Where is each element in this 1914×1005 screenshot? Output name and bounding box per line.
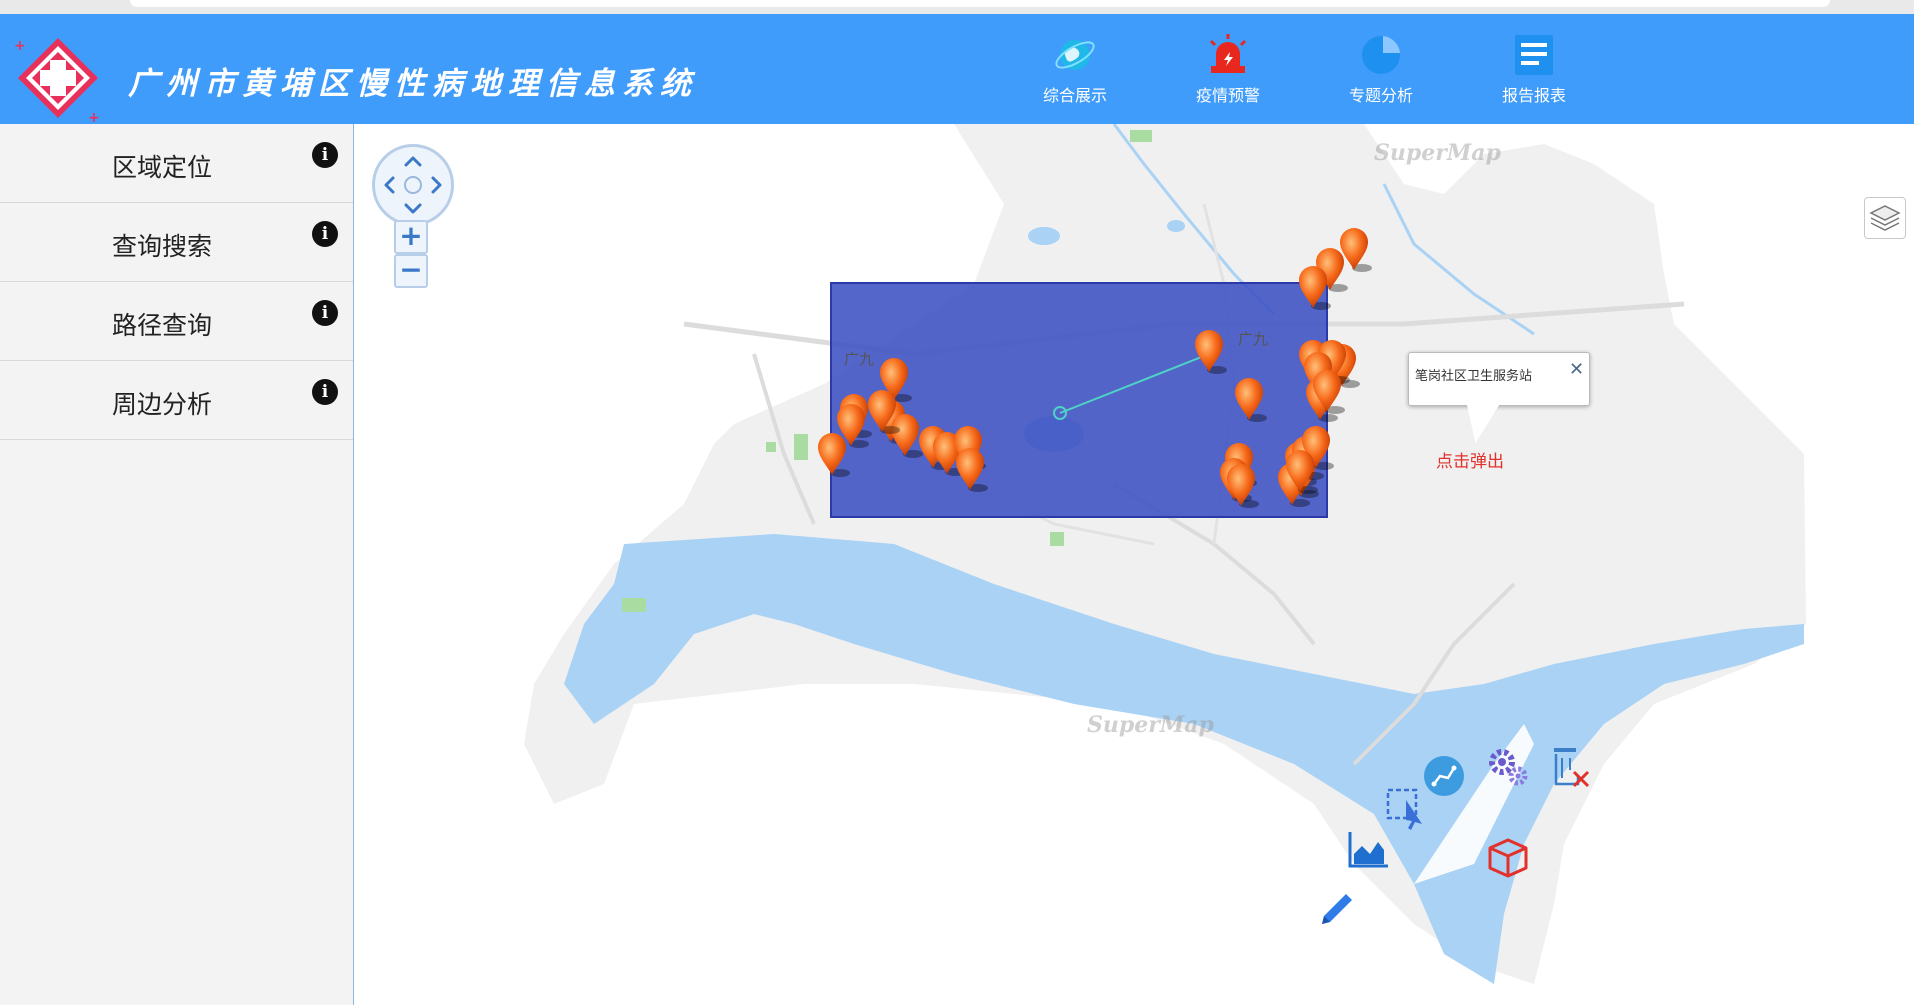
nav-epidemic-alert-label: 疫情预警 xyxy=(1195,86,1260,105)
park xyxy=(622,598,646,612)
sidebar-item-label: 查询搜索 xyxy=(112,232,213,261)
line-measure-icon[interactable] xyxy=(1420,752,1468,800)
map-view[interactable]: 广九 广九 SuperMap SuperMap + − 笔岗社区卫生服务站 ✕ xyxy=(354,124,1914,1005)
sidebar-item-route-query[interactable]: 路径查询 i xyxy=(0,282,353,361)
info-icon[interactable]: i xyxy=(312,300,338,326)
map-canvas[interactable]: 广九 广九 xyxy=(354,124,1914,1005)
info-popup: 笔岗社区卫生服务站 ✕ xyxy=(1408,352,1590,406)
sidebar-item-region-locate[interactable]: 区域定位 i xyxy=(0,124,353,203)
lake xyxy=(1167,220,1185,232)
info-icon[interactable]: i xyxy=(312,221,338,247)
pencil-icon[interactable] xyxy=(1314,884,1362,932)
app-title: 广州市黄埔区慢性病地理信息系统 xyxy=(128,66,698,102)
red-cross-icon: + + xyxy=(14,38,100,124)
alarm-siren-icon xyxy=(1209,34,1247,73)
nav-topic-analysis[interactable]: 专题分析 xyxy=(1306,14,1456,124)
zoom-in-button[interactable]: + xyxy=(394,220,428,254)
park xyxy=(794,434,808,460)
park xyxy=(1130,130,1152,142)
pan-control[interactable] xyxy=(372,144,454,226)
sidebar: 区域定位 i 查询搜索 i 路径查询 i 周边分析 i xyxy=(0,124,354,1005)
3d-box-icon[interactable] xyxy=(1484,834,1532,882)
road-label: 广九 xyxy=(844,350,874,368)
info-icon[interactable]: i xyxy=(312,379,338,405)
info-icon[interactable]: i xyxy=(312,142,338,168)
layers-button[interactable] xyxy=(1864,197,1906,239)
report-icon xyxy=(1515,35,1553,75)
road-label: 广九 xyxy=(1238,330,1268,348)
lake xyxy=(1028,227,1060,245)
sidebar-item-label: 周边分析 xyxy=(112,390,213,419)
nav-overview[interactable]: 综合展示 xyxy=(1000,14,1150,124)
pie-chart-icon xyxy=(1362,36,1400,74)
park xyxy=(766,442,776,452)
globe-icon xyxy=(1055,40,1095,70)
nav-topic-analysis-label: 专题分析 xyxy=(1348,86,1413,105)
app-header: + + 广州市黄埔区慢性病地理信息系统 xyxy=(0,14,1914,124)
svg-text:+: + xyxy=(88,110,100,124)
nav-reports[interactable]: 报告报表 xyxy=(1459,14,1609,124)
popup-title: 笔岗社区卫生服务站 xyxy=(1415,369,1533,384)
zoom-out-button[interactable]: − xyxy=(394,254,428,288)
pan-center-icon[interactable] xyxy=(404,176,422,194)
nav-epidemic-alert[interactable]: 疫情预警 xyxy=(1153,14,1303,124)
pan-up-icon[interactable] xyxy=(404,156,422,167)
svg-text:+: + xyxy=(14,38,26,54)
pan-right-icon[interactable] xyxy=(431,176,442,194)
nav-overview-label: 综合展示 xyxy=(1042,86,1107,105)
close-icon[interactable]: ✕ xyxy=(1569,359,1584,380)
pan-down-icon[interactable] xyxy=(404,203,422,214)
sidebar-item-label: 区域定位 xyxy=(112,153,213,182)
popup-link[interactable]: 点击弹出 xyxy=(1436,447,1504,472)
address-bar[interactable] xyxy=(130,0,1830,7)
settings-gears-icon[interactable] xyxy=(1484,744,1532,792)
area-chart-icon[interactable] xyxy=(1344,824,1392,872)
sidebar-item-nearby-analysis[interactable]: 周边分析 i xyxy=(0,361,353,440)
layers-icon xyxy=(1869,205,1901,231)
park xyxy=(1050,532,1064,546)
pan-left-icon[interactable] xyxy=(384,176,395,194)
sidebar-item-label: 路径查询 xyxy=(112,311,213,340)
sidebar-item-query-search[interactable]: 查询搜索 i xyxy=(0,203,353,282)
supermap-watermark: SuperMap xyxy=(1087,712,1214,738)
supermap-watermark: SuperMap xyxy=(1374,140,1501,166)
browser-chrome xyxy=(0,0,1914,15)
clear-delete-icon[interactable] xyxy=(1544,742,1592,790)
nav-reports-label: 报告报表 xyxy=(1501,86,1566,105)
